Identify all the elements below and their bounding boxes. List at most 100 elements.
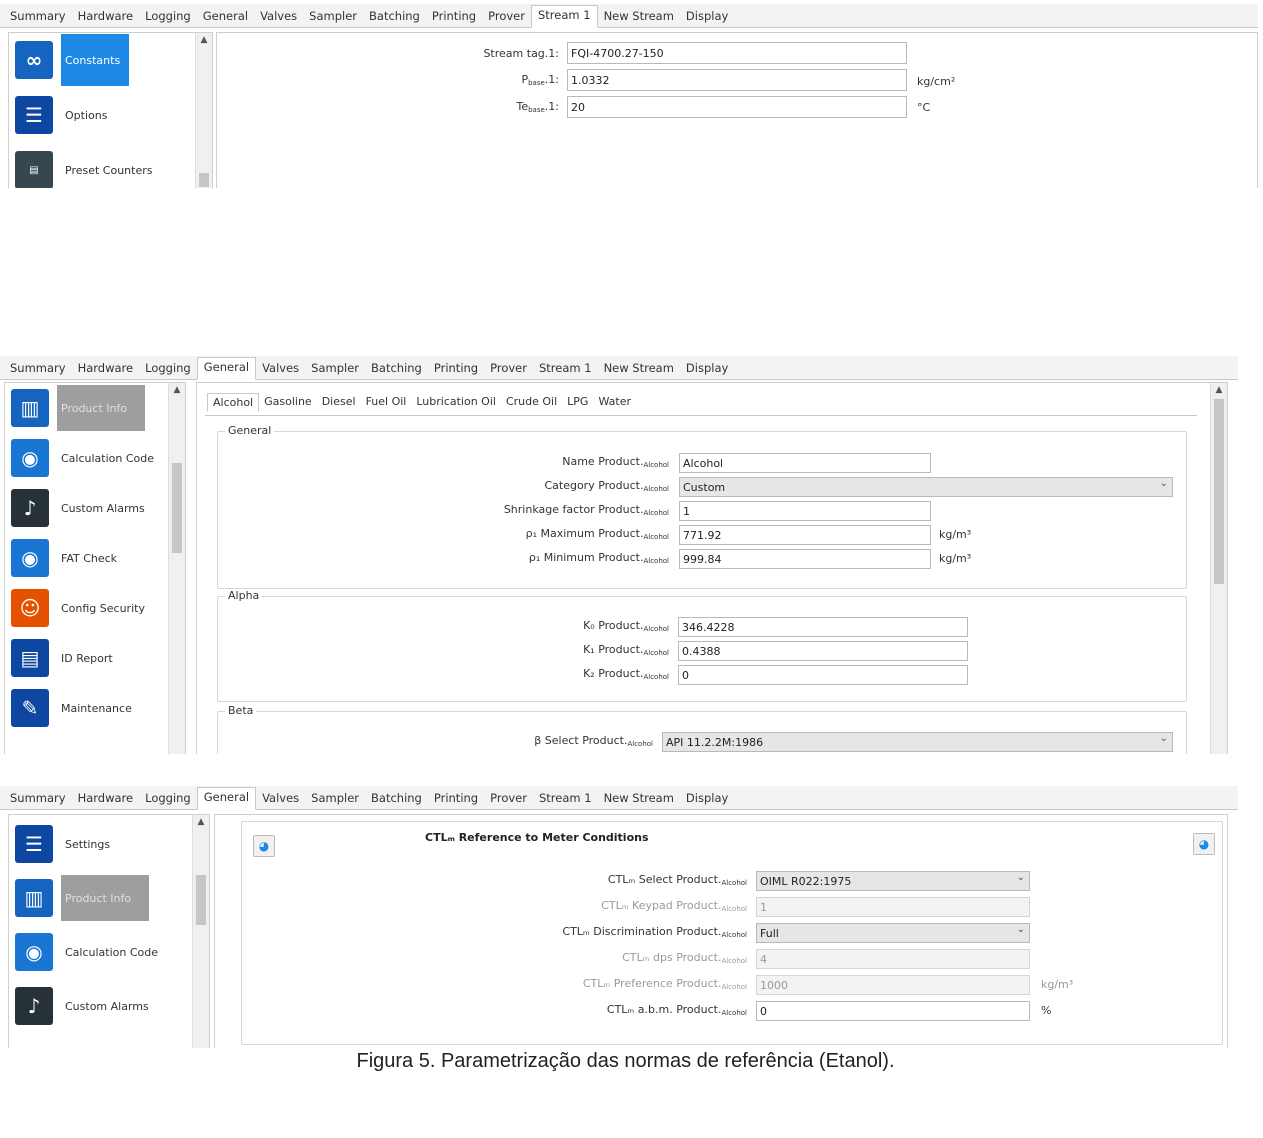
content-scrollbar[interactable]: ▲ [1210, 383, 1227, 754]
input-field[interactable]: 0 [678, 665, 968, 685]
product-info-icon: ▥ [15, 879, 53, 917]
field-label: CTLₘ Keypad Product.Alcohol [465, 899, 747, 913]
tab-hardware[interactable]: Hardware [72, 359, 140, 379]
scroll-up-icon[interactable]: ▲ [193, 817, 209, 827]
tab-logging[interactable]: Logging [139, 789, 197, 809]
input-field[interactable]: 1 [756, 897, 1030, 917]
input-field[interactable]: 999.84 [679, 549, 931, 569]
pbase-field[interactable]: 1.0332 [567, 69, 907, 91]
input-field[interactable]: Alcohol [679, 453, 931, 473]
tab-general[interactable]: General [196, 357, 257, 380]
tab-batching[interactable]: Batching [363, 7, 426, 27]
tab-stream-1[interactable]: Stream 1 [530, 5, 598, 28]
scroll-up-icon[interactable]: ▲ [196, 35, 212, 45]
input-field[interactable]: 346.4228 [678, 617, 968, 637]
scroll-thumb[interactable] [1214, 399, 1224, 584]
scroll-up-icon[interactable]: ▲ [169, 385, 185, 395]
tab-display[interactable]: Display [680, 7, 734, 27]
sidebar-scrollbar[interactable]: ▲ [168, 383, 185, 754]
sidebar-item-custom-alarms[interactable]: ♪ Custom Alarms [9, 981, 189, 1031]
scroll-thumb[interactable] [199, 173, 209, 187]
input-field[interactable]: 1000 [756, 975, 1030, 995]
tab-summary[interactable]: Summary [4, 359, 72, 379]
sidebar-item-label: ID Report [61, 651, 113, 665]
stream-tag-field[interactable]: FQI-4700.27-150 [567, 42, 907, 64]
product-tab-diesel[interactable]: Diesel [317, 393, 361, 412]
tab-batching[interactable]: Batching [365, 789, 428, 809]
sidebar-item-product-info[interactable]: ▥ Product Info [9, 873, 189, 923]
sidebar-item-id-report[interactable]: ▤ ID Report [5, 633, 165, 683]
select-field[interactable]: Custom ⌄ [679, 477, 1173, 497]
tab-prover[interactable]: Prover [482, 7, 531, 27]
tab-display[interactable]: Display [680, 789, 734, 809]
tab-prover[interactable]: Prover [484, 359, 533, 379]
input-field[interactable]: 4 [756, 949, 1030, 969]
select-field[interactable]: Full ⌄ [756, 923, 1030, 943]
sidebar-item-config-security[interactable]: ☺ Config Security [5, 583, 165, 633]
product-tab-crude-oil[interactable]: Crude Oil [501, 393, 562, 412]
sidebar-item-constants[interactable]: ∞ Constants [9, 34, 192, 86]
tab-valves[interactable]: Valves [256, 789, 305, 809]
scroll-thumb[interactable] [196, 875, 206, 925]
sidebar-scrollbar[interactable]: ▲ [192, 815, 209, 1048]
tab-display[interactable]: Display [680, 359, 734, 379]
sidebar-item-maintenance[interactable]: ✎ Maintenance [5, 683, 165, 733]
collapse-button-left[interactable]: ◕ [253, 835, 275, 857]
tab-prover[interactable]: Prover [484, 789, 533, 809]
chevron-down-icon[interactable]: ⌄ [1160, 733, 1168, 744]
scroll-up-icon[interactable]: ▲ [1211, 385, 1227, 395]
input-field[interactable]: 1 [679, 501, 931, 521]
tab-new-stream[interactable]: New Stream [598, 7, 680, 27]
tab-bar: Summary Hardware Logging General Valves Sampl… [0, 4, 1258, 28]
tab-stream-1[interactable]: Stream 1 [533, 359, 598, 379]
tab-batching[interactable]: Batching [365, 359, 428, 379]
product-tab-water[interactable]: Water [593, 393, 636, 412]
field-label-sub: Alcohol [643, 557, 669, 565]
chevron-down-icon[interactable]: ⌄ [1017, 872, 1025, 883]
tebase-field[interactable]: 20 [567, 96, 907, 118]
sidebar-item-custom-alarms[interactable]: ♪ Custom Alarms [5, 483, 165, 533]
sidebar-scrollbar[interactable]: ▲ [195, 33, 212, 188]
tab-hardware[interactable]: Hardware [72, 789, 140, 809]
select-field[interactable]: API 11.2.2M:1986 ⌄ [662, 732, 1173, 752]
field-label-sub: Alcohol [643, 509, 669, 517]
select-field[interactable]: OIML R022:1975 ⌄ [756, 871, 1030, 891]
product-tab-alcohol[interactable]: Alcohol [207, 393, 260, 412]
chevron-down-icon[interactable]: ⌄ [1160, 478, 1168, 489]
scroll-thumb[interactable] [172, 463, 182, 553]
tab-summary[interactable]: Summary [4, 789, 72, 809]
sidebar-item-options[interactable]: ☰ Options [9, 90, 192, 140]
tab-sampler[interactable]: Sampler [305, 359, 365, 379]
product-tab-lubrication-oil[interactable]: Lubrication Oil [411, 393, 501, 412]
tab-printing[interactable]: Printing [428, 359, 484, 379]
sidebar-item-product-info[interactable]: ▥ Product Info [5, 383, 165, 433]
tab-printing[interactable]: Printing [426, 7, 482, 27]
collapse-button-right[interactable]: ◕ [1193, 833, 1215, 855]
tab-general[interactable]: General [196, 787, 257, 810]
product-tab-fuel-oil[interactable]: Fuel Oil [361, 393, 412, 412]
tab-sampler[interactable]: Sampler [303, 7, 363, 27]
input-field[interactable]: 771.92 [679, 525, 931, 545]
input-field[interactable]: 0 [756, 1001, 1030, 1021]
tab-general[interactable]: General [197, 7, 254, 27]
product-tab-gasoline[interactable]: Gasoline [259, 393, 317, 412]
tab-sampler[interactable]: Sampler [305, 789, 365, 809]
tab-logging[interactable]: Logging [139, 359, 197, 379]
input-field[interactable]: 0.4388 [678, 641, 968, 661]
chevron-down-icon[interactable]: ⌄ [1017, 924, 1025, 935]
sidebar-item-fat-check[interactable]: ◉ FAT Check [5, 533, 165, 583]
tab-logging[interactable]: Logging [139, 7, 197, 27]
tab-printing[interactable]: Printing [428, 789, 484, 809]
sidebar-item-preset-counters[interactable]: ▤ Preset Counters [9, 145, 192, 188]
tab-summary[interactable]: Summary [4, 7, 72, 27]
tab-valves[interactable]: Valves [256, 359, 305, 379]
tab-new-stream[interactable]: New Stream [598, 359, 680, 379]
tab-valves[interactable]: Valves [254, 7, 303, 27]
product-tab-lpg[interactable]: LPG [562, 393, 593, 412]
sidebar-item-calculation-code[interactable]: ◉ Calculation Code [5, 433, 165, 483]
sidebar-item-calculation-code[interactable]: ◉ Calculation Code [9, 927, 189, 977]
tab-stream-1[interactable]: Stream 1 [533, 789, 598, 809]
tab-new-stream[interactable]: New Stream [598, 789, 680, 809]
sidebar-item-settings[interactable]: ☰ Settings [9, 819, 189, 869]
tab-hardware[interactable]: Hardware [72, 7, 140, 27]
